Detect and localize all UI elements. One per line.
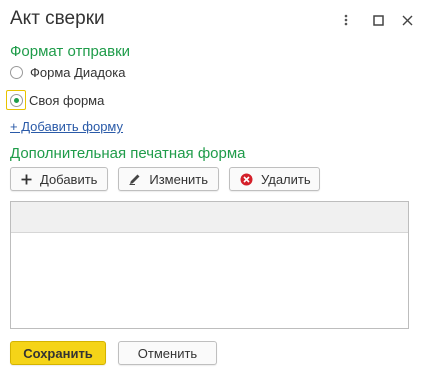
print-forms-table[interactable] — [10, 201, 409, 329]
more-button[interactable] — [336, 9, 356, 31]
delete-button[interactable]: Удалить — [229, 167, 320, 191]
window-title: Акт сверки — [10, 8, 105, 29]
add-form-link[interactable]: + Добавить форму — [10, 119, 123, 134]
delete-button-label: Удалить — [261, 171, 311, 187]
add-button-label: Добавить — [40, 171, 98, 187]
add-button[interactable]: Добавить — [10, 167, 108, 191]
radio-option-own-form[interactable]: Своя форма — [6, 90, 105, 110]
table-header — [11, 202, 408, 233]
delete-circle-icon — [240, 172, 253, 186]
cancel-button[interactable]: Отменить — [118, 341, 217, 365]
extra-print-form-title: Дополнительная печатная форма — [10, 145, 246, 162]
more-vertical-icon — [344, 14, 348, 26]
radio-button-checked[interactable] — [9, 93, 23, 107]
close-button[interactable] — [397, 9, 417, 31]
send-format-title: Формат отправки — [10, 43, 131, 60]
radio-label: Форма Диадока — [30, 65, 126, 80]
save-button-label: Сохранить — [23, 345, 93, 361]
edit-button-label: Изменить — [149, 171, 208, 187]
radio-focus-frame — [6, 90, 26, 110]
pencil-icon — [129, 172, 141, 186]
cancel-button-label: Отменить — [137, 345, 198, 361]
maximize-button[interactable] — [368, 9, 388, 31]
plus-icon — [21, 172, 32, 186]
radio-option-diadoc[interactable]: Форма Диадока — [10, 65, 125, 80]
maximize-icon — [372, 14, 384, 26]
save-button[interactable]: Сохранить — [10, 341, 106, 365]
radio-label: Своя форма — [29, 92, 105, 108]
edit-button[interactable]: Изменить — [118, 167, 219, 191]
close-icon — [402, 15, 413, 26]
radio-button[interactable] — [10, 66, 23, 79]
